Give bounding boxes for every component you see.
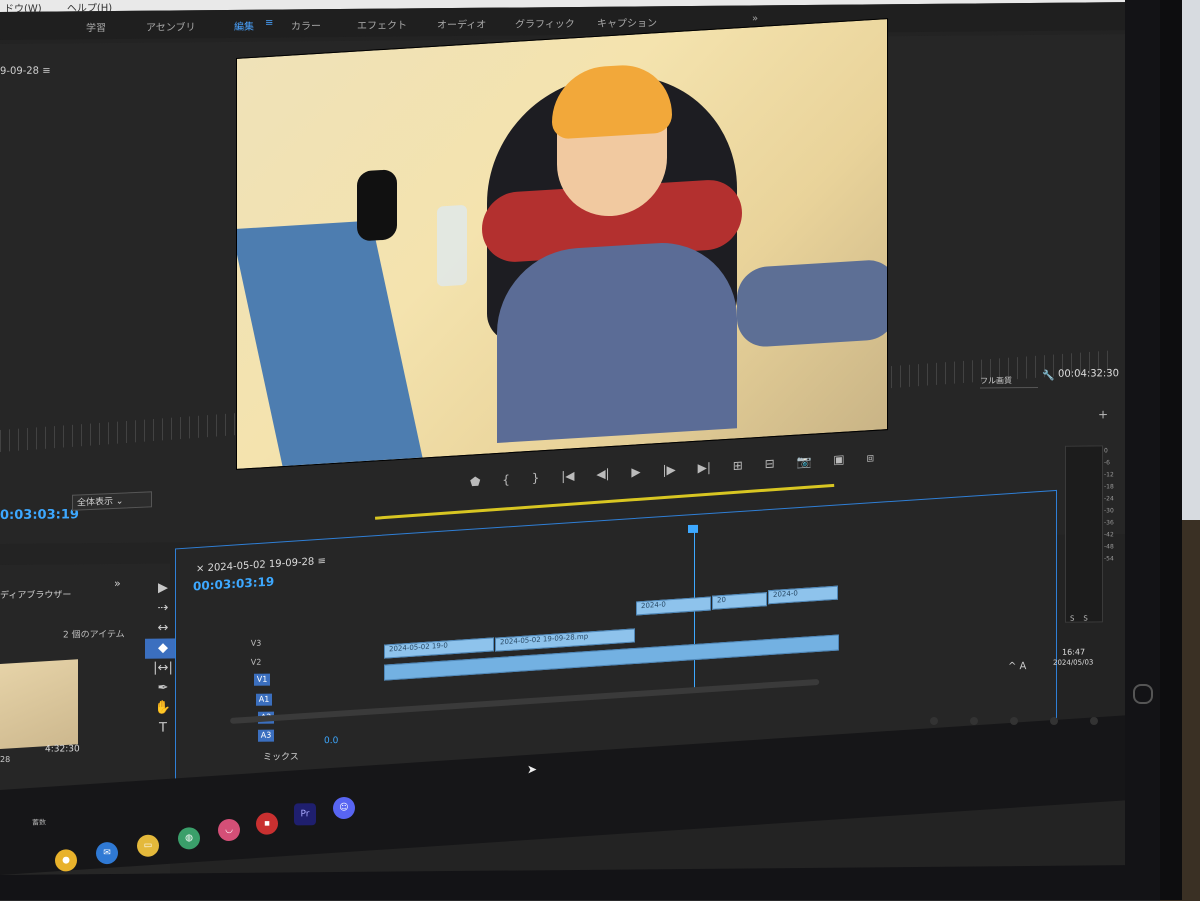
ws-audio[interactable]: オーディオ [437,16,486,31]
premiere-window: ドウ(W) ヘルプ(H) 学習 アセンブリ 編集 ≡ カラー エフェクト オーデ… [0,0,1125,876]
clock-time[interactable]: 16:47 [1062,648,1085,657]
multicam-icon[interactable]: ⧈ [866,450,874,464]
power-button-icon[interactable] [1133,684,1153,704]
track-a3[interactable]: A3 [258,729,274,742]
ws-more-icon[interactable]: » [752,13,758,24]
video-blanket-shape [737,258,888,349]
comparison-view-icon[interactable]: ▣ [833,452,844,467]
clip-name: 28 [0,754,11,764]
track-v2[interactable]: V2 [248,657,264,669]
ws-captions[interactable]: キャプション [597,14,657,30]
video-person-body [497,238,737,443]
marker-icon[interactable]: ⬟ [470,474,480,489]
lift-icon[interactable]: ⊞ [733,458,743,473]
clock-date[interactable]: 2024/05/03 [1053,658,1093,666]
wrench-icon[interactable]: 🔧 [1042,371,1054,382]
media-browser-tab[interactable]: ディアブラウザー [0,587,71,601]
program-sequence-name: 9-09-28 ≡ [0,65,51,77]
mark-out-icon[interactable]: } [532,471,540,485]
project-clip-thumbnail[interactable] [0,659,78,750]
system-tray[interactable]: ^ A [1008,661,1026,672]
video-monitor-shape [236,220,423,467]
close-icon[interactable]: × [196,563,204,575]
chrome-icon[interactable]: ● [55,849,77,872]
solo-buttons[interactable]: S S [1070,615,1088,623]
play-icon[interactable]: ▶ [631,465,640,480]
button-editor-plus[interactable]: + [1098,407,1108,421]
video-bottle-shape [437,204,467,287]
mix-value[interactable]: 0.0 [324,736,338,746]
ws-menu-icon[interactable]: ≡ [265,18,273,29]
ws-learn[interactable]: 学習 [86,19,106,34]
track-v3[interactable]: V3 [248,638,264,650]
globe-icon[interactable]: ◍ [178,827,200,850]
project-item-count: 2 個のアイテム [63,629,125,641]
program-video-frame [236,18,888,470]
go-to-in-icon[interactable]: |◀ [561,469,574,484]
playback-resolution-select[interactable]: フル画質 [980,374,1038,389]
mix-label: ミックス [263,752,299,763]
ws-color[interactable]: カラー [291,17,321,32]
program-duration: 00:04:32:30 [1058,368,1120,380]
mail-icon[interactable]: ✉ [96,841,118,865]
ws-graphics[interactable]: グラフィック [515,15,575,31]
ws-effects[interactable]: エフェクト [357,16,407,31]
taskbar-left-label: 蓄数 [32,818,46,827]
mouse-cursor-icon: ➤ [527,762,538,777]
go-to-out-icon[interactable]: ▶| [698,460,711,475]
discord-icon[interactable]: ☺ [333,796,355,820]
audio-meter [1065,445,1103,623]
lips-icon[interactable]: ◡ [218,818,240,842]
clip-duration: 4:32:30 [45,744,80,755]
audio-meter-scale: 0 -6 -12 -18 -24 -30 -36 -42 -48 -54 [1104,447,1114,563]
premiere-icon[interactable]: Pr [294,803,316,826]
extract-icon[interactable]: ⊟ [765,456,775,471]
step-back-icon[interactable]: ◀| [596,466,609,481]
ws-assembly[interactable]: アセンブリ [146,18,196,33]
track-a1[interactable]: A1 [256,693,272,706]
track-v1[interactable]: V1 [254,673,270,686]
ws-edit[interactable]: 編集 [234,18,254,33]
export-frame-icon[interactable]: 📷 [796,454,811,469]
step-forward-icon[interactable]: |▶ [662,462,675,477]
program-current-timecode[interactable]: 0:03:03:19 [0,507,79,523]
monitor-buttons[interactable] [930,710,1130,729]
video-person-hair [552,62,672,140]
video-mic-shape [357,169,397,242]
playhead-handle[interactable] [688,524,698,533]
panel-menu-icon[interactable]: ≡ [42,66,50,77]
record-icon[interactable]: ▪ [256,812,278,835]
folder-icon[interactable]: ▭ [137,834,159,857]
panel-more-icon[interactable]: » [114,577,121,590]
mark-in-icon[interactable]: { [502,473,510,487]
